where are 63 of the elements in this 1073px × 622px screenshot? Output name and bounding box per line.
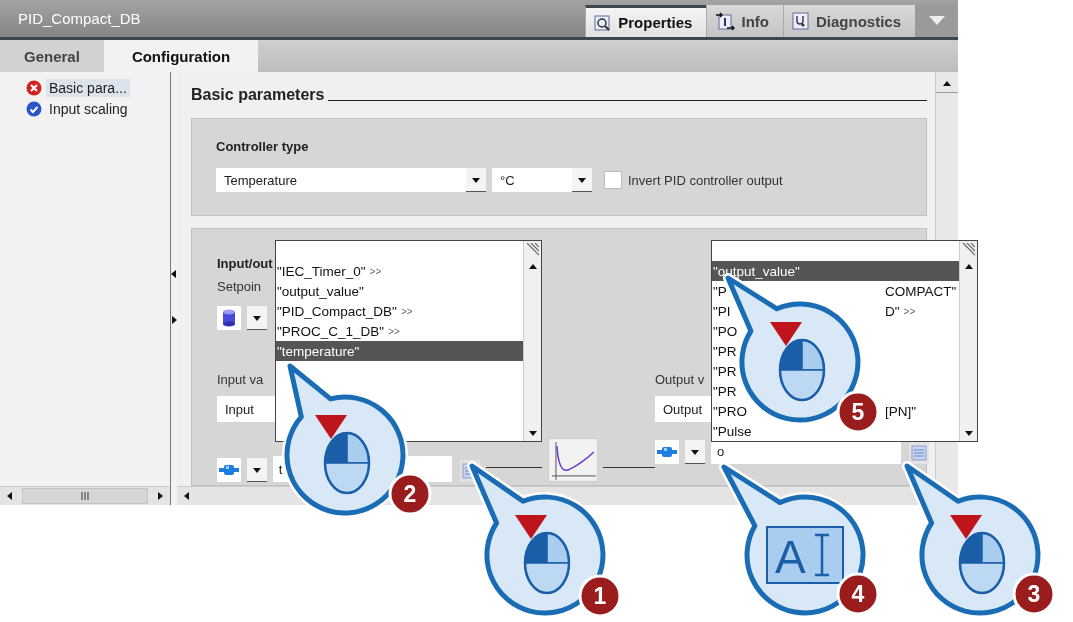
magnifier-icon bbox=[594, 13, 613, 32]
step-badge: 3 bbox=[1012, 572, 1056, 616]
dropdown[interactable]: °C bbox=[492, 168, 592, 192]
scroll-down-icon bbox=[964, 429, 973, 437]
scroll-down-icon bbox=[528, 429, 537, 437]
dropdown-button[interactable] bbox=[247, 306, 267, 330]
step-badge: 4 bbox=[836, 572, 880, 616]
step-badge: 1 bbox=[578, 574, 622, 618]
caret-icon bbox=[691, 447, 699, 456]
list-item[interactable]: "P COMPACT" bbox=[712, 281, 959, 301]
expand-icon bbox=[170, 316, 178, 324]
collapse-icon bbox=[170, 270, 178, 278]
scroll-up-icon bbox=[964, 263, 973, 271]
scroll-up-icon bbox=[943, 80, 951, 88]
field-label: Setpoin bbox=[217, 279, 262, 294]
panel-tab[interactable]: Info bbox=[706, 5, 783, 37]
scroll-left-icon bbox=[183, 492, 191, 500]
list-item[interactable]: "PI D" >> bbox=[712, 301, 959, 321]
curve-icon bbox=[547, 438, 598, 482]
group-title: Controller type bbox=[216, 139, 309, 154]
section-title: Basic parameters bbox=[191, 86, 325, 104]
panel-tab[interactable]: Properties bbox=[585, 5, 707, 37]
mouse-click-icon bbox=[950, 515, 1006, 595]
info-icon bbox=[715, 11, 736, 31]
scroll-left-icon bbox=[6, 492, 14, 500]
caret-icon bbox=[252, 465, 261, 474]
field-label: Output v bbox=[655, 372, 705, 387]
caret-icon bbox=[578, 175, 586, 184]
caret-icon bbox=[253, 313, 261, 322]
list-item[interactable]: "output_value" bbox=[276, 281, 523, 301]
connector-icon bbox=[218, 463, 239, 477]
nav-item[interactable]: Input scaling bbox=[46, 100, 131, 118]
scroll-right-icon bbox=[156, 492, 164, 500]
panel-tab[interactable]: Diagnostics bbox=[782, 5, 915, 37]
step-badge: 2 bbox=[388, 472, 432, 516]
list-item[interactable]: "output_value" bbox=[712, 261, 959, 281]
tab[interactable]: General bbox=[0, 40, 104, 72]
mouse-click-icon bbox=[770, 322, 826, 402]
resize-grip-icon[interactable] bbox=[961, 243, 975, 257]
list-item[interactable]: "IEC_Timer_0" >> bbox=[276, 261, 523, 281]
connector-icon bbox=[657, 445, 677, 459]
scroll-up-icon bbox=[528, 263, 537, 271]
checkbox-label: Invert PID controller output bbox=[628, 172, 783, 188]
checkbox[interactable] bbox=[604, 171, 622, 189]
mouse-click-icon bbox=[515, 515, 571, 595]
nav-item[interactable]: Basic para... bbox=[46, 79, 130, 97]
group-title: Input/out bbox=[217, 256, 273, 271]
field-label: Input va bbox=[217, 372, 264, 387]
list-item[interactable]: "temperature" bbox=[276, 341, 523, 361]
list-item[interactable]: "PROC_C_1_DB" >> bbox=[276, 321, 523, 341]
stethoscope-icon bbox=[791, 11, 810, 31]
scrollbar-thumb[interactable] bbox=[22, 488, 148, 504]
dropdown-button[interactable] bbox=[685, 440, 705, 464]
database-icon bbox=[223, 309, 235, 327]
caret-icon bbox=[472, 175, 480, 184]
panel-title: PID_Compact_DB bbox=[17, 10, 142, 27]
mouse-click-icon bbox=[315, 415, 371, 495]
resize-grip-icon[interactable] bbox=[525, 243, 539, 257]
text-input-icon: A bbox=[766, 526, 844, 584]
list-item[interactable]: "PID_Compact_DB" >> bbox=[276, 301, 523, 321]
dropdown-button[interactable] bbox=[246, 458, 267, 482]
dropdown[interactable]: Temperature bbox=[216, 168, 486, 192]
tab[interactable]: Configuration bbox=[103, 40, 259, 72]
